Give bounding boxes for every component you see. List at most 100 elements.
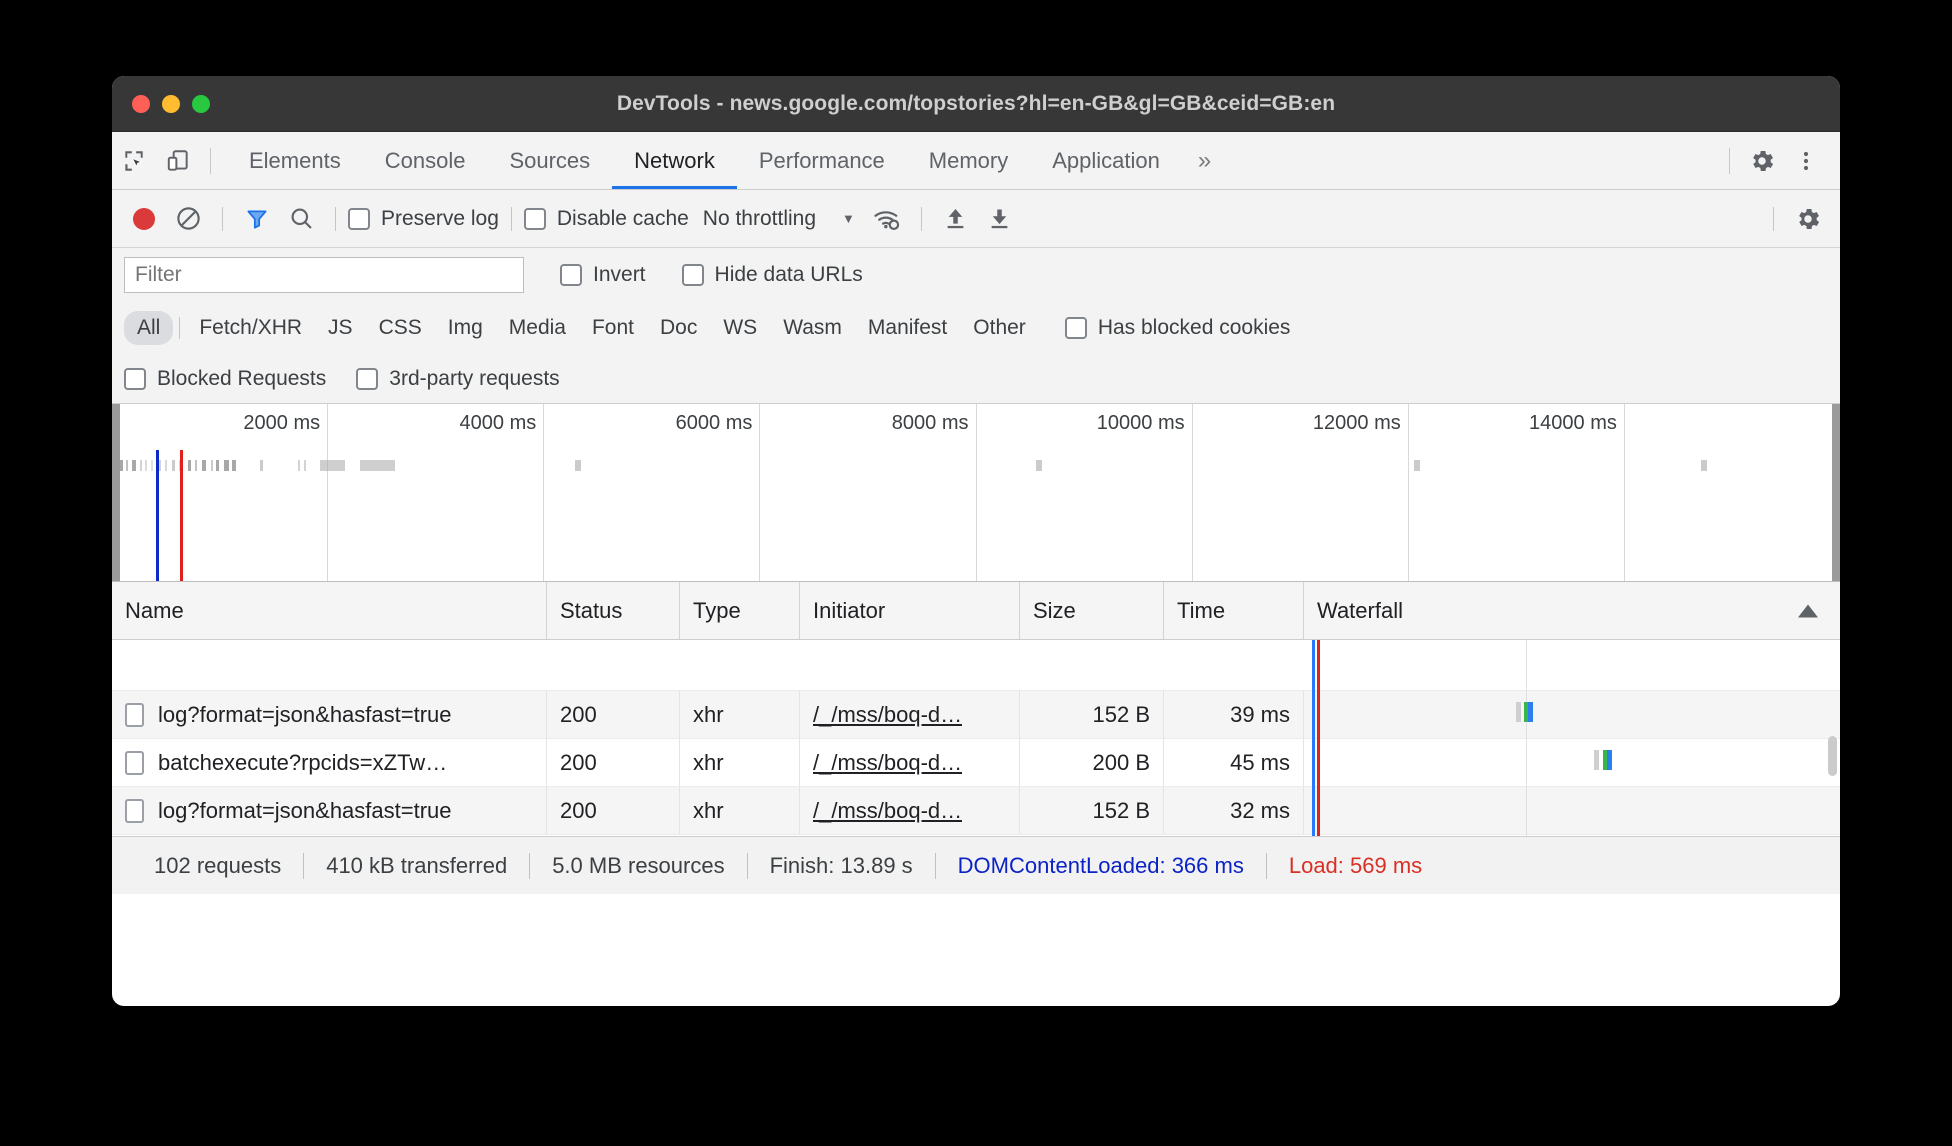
third-party-requests-label: 3rd-party requests xyxy=(389,366,560,390)
invert-checkbox[interactable]: Invert xyxy=(560,263,646,287)
download-icon xyxy=(986,205,1013,232)
initiator-link[interactable]: /_/mss/boq-d… xyxy=(813,798,962,824)
request-name: batchexecute?rpcids=xZTw… xyxy=(158,749,448,775)
record-button[interactable] xyxy=(122,197,166,241)
column-header-initiator[interactable]: Initiator xyxy=(800,582,1020,639)
tab-label: Sources xyxy=(509,147,591,173)
overview-right-handle[interactable] xyxy=(1832,404,1840,581)
initiator-link[interactable]: /_/mss/boq-d… xyxy=(813,702,962,728)
overview-tick-label: 14000 ms xyxy=(1529,412,1617,434)
cell-type: xhr xyxy=(680,691,800,738)
column-header-name[interactable]: Name xyxy=(112,582,547,639)
throttling-dropdown[interactable]: No throttling ▼ xyxy=(703,207,855,231)
tab-console[interactable]: Console xyxy=(363,132,488,189)
overview-dom-content-loaded-line xyxy=(156,450,159,581)
filter-icon xyxy=(244,206,270,232)
overview-left-handle[interactable] xyxy=(112,404,120,581)
overview-tick-cell: 2000 ms xyxy=(112,404,329,581)
close-window-button[interactable] xyxy=(132,94,150,113)
overview-tick-cell: 10000 ms xyxy=(977,404,1193,581)
blocked-requests-label: Blocked Requests xyxy=(157,366,327,390)
network-conditions-button[interactable] xyxy=(865,197,909,241)
tab-label: Network xyxy=(634,147,715,173)
type-filter-css[interactable]: CSS xyxy=(366,311,435,345)
type-filter-font[interactable]: Font xyxy=(579,311,647,345)
hide-data-urls-label: Hide data URLs xyxy=(714,263,863,286)
initiator-link[interactable]: /_/mss/boq-d… xyxy=(813,750,962,776)
cell-time: 32 ms xyxy=(1164,787,1304,834)
cell-name: log?format=json&hasfast=true xyxy=(112,691,547,738)
type-filter-ws[interactable]: WS xyxy=(710,311,770,345)
search-button[interactable] xyxy=(279,197,323,241)
toolbar-divider xyxy=(920,206,922,231)
import-har-button[interactable] xyxy=(934,197,978,241)
type-filter-doc[interactable]: Doc xyxy=(647,311,710,345)
tab-network[interactable]: Network xyxy=(612,132,737,189)
request-name: log?format=json&hasfast=true xyxy=(158,797,452,823)
column-header-time[interactable]: Time xyxy=(1164,582,1304,639)
sort-ascending-icon xyxy=(1798,604,1818,617)
type-filter-all[interactable]: All xyxy=(124,311,174,345)
table-row[interactable]: log?format=json&hasfast=true 200 xhr /_/… xyxy=(112,787,1840,835)
network-overview-timeline[interactable]: 2000 ms 4000 ms 6000 ms 8000 ms 10000 ms… xyxy=(112,404,1840,582)
cell-size: 200 B xyxy=(1020,739,1164,786)
blocked-requests-checkbox[interactable]: Blocked Requests xyxy=(124,367,326,391)
table-body: log?format=json&hasfast=true 200 xhr /_/… xyxy=(112,640,1840,836)
tab-elements[interactable]: Elements xyxy=(227,132,363,189)
tab-performance[interactable]: Performance xyxy=(737,132,907,189)
type-filter-fetch-xhr[interactable]: Fetch/XHR xyxy=(186,311,315,345)
zoom-window-button[interactable] xyxy=(192,94,210,113)
clear-network-log-button[interactable] xyxy=(166,197,210,241)
cell-status: 200 xyxy=(547,739,680,786)
filter-input[interactable] xyxy=(124,257,524,293)
overview-tick-label: 8000 ms xyxy=(891,412,969,434)
third-party-requests-checkbox[interactable]: 3rd-party requests xyxy=(356,366,560,391)
column-header-status[interactable]: Status xyxy=(547,582,680,639)
file-icon xyxy=(125,702,144,727)
toggle-filter-button[interactable] xyxy=(235,197,279,241)
column-header-size[interactable]: Size xyxy=(1020,582,1164,639)
toggle-device-toolbar-button[interactable] xyxy=(156,139,200,183)
search-icon xyxy=(288,205,315,232)
more-tabs-button[interactable]: » xyxy=(1182,147,1227,175)
devtools-settings-button[interactable] xyxy=(1740,139,1784,183)
checkbox-box xyxy=(523,207,546,230)
disable-cache-checkbox[interactable]: Disable cache xyxy=(523,207,689,231)
overview-tick-cell: 8000 ms xyxy=(760,404,977,581)
invert-label: Invert xyxy=(593,263,646,286)
export-har-button[interactable] xyxy=(978,197,1022,241)
checkbox-box xyxy=(356,367,379,390)
file-icon xyxy=(125,798,144,823)
cell-name: batchexecute?rpcids=xZTw… xyxy=(112,739,547,786)
type-filter-img[interactable]: Img xyxy=(435,311,496,345)
table-row[interactable]: log?format=json&hasfast=true 200 xhr /_/… xyxy=(112,691,1840,739)
hide-data-urls-checkbox[interactable]: Hide data URLs xyxy=(681,263,863,287)
toolbar-divider xyxy=(510,206,512,231)
column-header-type[interactable]: Type xyxy=(680,582,800,639)
gear-icon xyxy=(1794,205,1822,233)
checkbox-box xyxy=(348,207,370,230)
minimize-window-button[interactable] xyxy=(162,94,180,113)
type-filter-media[interactable]: Media xyxy=(496,311,579,345)
tab-sources[interactable]: Sources xyxy=(487,132,612,189)
network-settings-button[interactable] xyxy=(1786,197,1830,241)
type-filter-wasm[interactable]: Wasm xyxy=(770,311,855,345)
column-header-waterfall-label: Waterfall xyxy=(1317,597,1403,623)
network-toolbar: Preserve log Disable cache No throttling… xyxy=(112,190,1840,248)
has-blocked-cookies-checkbox[interactable]: Has blocked cookies xyxy=(1064,316,1290,340)
preserve-log-checkbox[interactable]: Preserve log xyxy=(348,207,499,231)
devtools-window: DevTools - news.google.com/topstories?hl… xyxy=(112,76,1840,1006)
request-name: log?format=json&hasfast=true xyxy=(158,701,452,727)
tab-memory[interactable]: Memory xyxy=(907,132,1030,189)
table-row[interactable]: batchexecute?rpcids=xZTw… 200 xhr /_/mss… xyxy=(112,739,1840,787)
inspect-element-button[interactable] xyxy=(112,139,156,183)
tab-application[interactable]: Application xyxy=(1030,132,1182,189)
column-header-waterfall[interactable]: Waterfall xyxy=(1304,582,1840,639)
clear-icon xyxy=(175,205,202,232)
filter-divider xyxy=(179,317,181,339)
type-filter-other[interactable]: Other xyxy=(960,311,1039,345)
type-filter-manifest[interactable]: Manifest xyxy=(855,311,960,345)
devtools-more-options-button[interactable] xyxy=(1784,139,1828,183)
type-filter-js[interactable]: JS xyxy=(315,311,366,345)
throttling-value: No throttling xyxy=(702,206,817,230)
